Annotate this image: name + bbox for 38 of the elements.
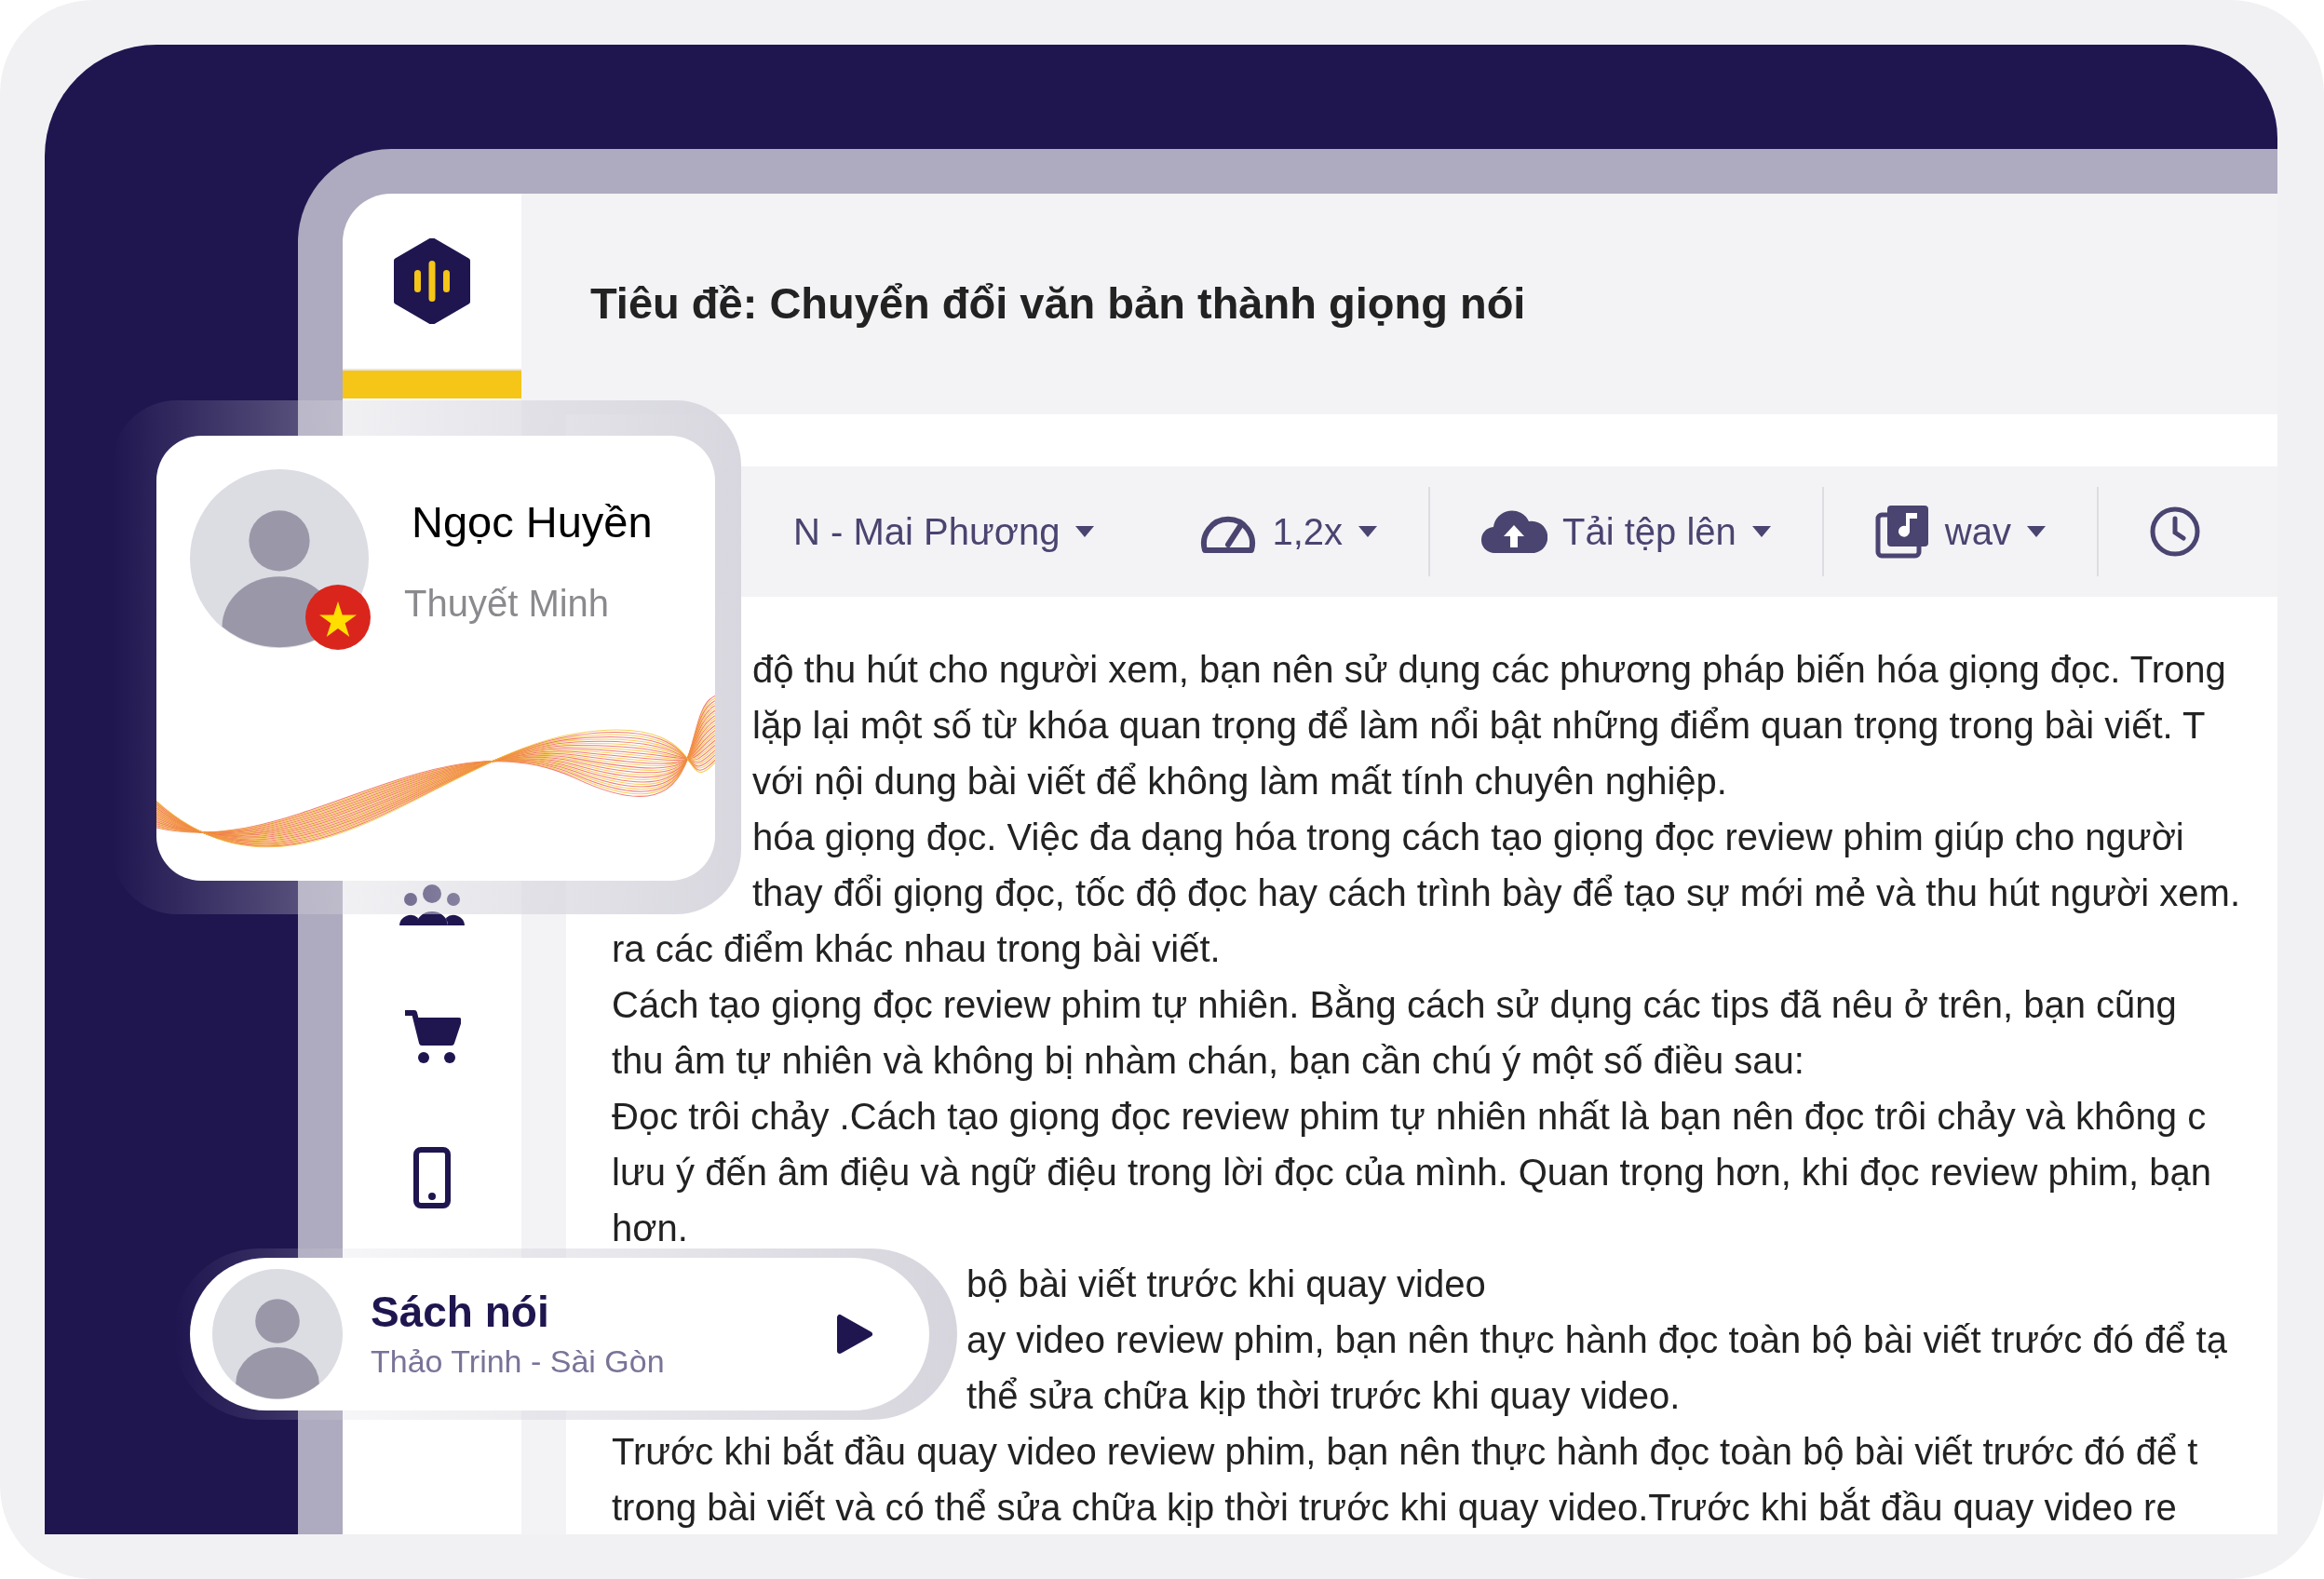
play-icon bbox=[836, 1314, 873, 1355]
voice-name: Ngọc Huyền bbox=[412, 496, 653, 548]
toolbar-dropdown[interactable]: wav bbox=[1823, 504, 2097, 560]
cart-icon[interactable] bbox=[403, 1009, 461, 1065]
vietnam-flag-icon bbox=[305, 585, 371, 650]
text-line: Cách tạo giọng đọc review phim tự nhiên. Bằng cách sử dụng các tips đã nêu ở trên, bạn cũng bbox=[612, 983, 2177, 1027]
text-line: thay đổi giọng đọc, tốc độ đọc hay cách trình bày để tạo sự mới mẻ và thu hút người xem. bbox=[752, 871, 2240, 915]
text-line: hơn. bbox=[612, 1207, 688, 1250]
text-line: hóa giọng đọc. Việc đa dạng hóa trong cách tạo giọng đọc review phim giúp cho người bbox=[752, 816, 2184, 859]
caret-icon bbox=[2025, 525, 2047, 538]
toolbar-dropdown[interactable]: N - Mai Phương bbox=[793, 504, 1150, 560]
caret-icon bbox=[1074, 525, 1096, 538]
text-line: Đọc trôi chảy .Cách tạo giọng đọc review phim tự nhiên nhất là bạn nên đọc trôi chảy và không c bbox=[612, 1095, 2207, 1139]
clock-icon[interactable] bbox=[2148, 506, 2201, 558]
document-title: Tiêu đề: Chuyển đổi văn bản thành giọng nói bbox=[590, 277, 1526, 331]
text-line: với nội dung bài viết để không làm mất tính chuyên nghiệp. bbox=[752, 760, 1727, 803]
cloud-upload-icon bbox=[1480, 508, 1548, 555]
voice-role: Thuyết Minh bbox=[404, 582, 610, 626]
audio-title: Sách nói bbox=[371, 1287, 550, 1338]
text-line: ra các điểm khác nhau trong bài viết. bbox=[612, 927, 1221, 971]
text-line: thu âm tự nhiên và không bị nhàm chán, bạn cần chú ý một số điều sau: bbox=[612, 1039, 1804, 1083]
text-line: ay video review phim, bạn nên thực hành đọc toàn bộ bài viết trước đó để tạ bbox=[966, 1318, 2227, 1362]
text-line: lặp lại một số từ khóa quan trọng để làm nổi bật những điểm quan trọng trong bài viết. T bbox=[752, 704, 2206, 748]
text-line: trong bài viết và có thể sửa chữa kịp thời trước khi quay video.Trước khi bắt đầu quay video re bbox=[612, 1486, 2177, 1530]
toolbar-dropdown[interactable]: Tải tệp lên bbox=[1430, 504, 1822, 560]
group-icon[interactable] bbox=[399, 883, 465, 927]
text-line: độ thu hút cho người xem, bạn nên sử dụng các phương pháp biến hóa giọng đọc. Trong bbox=[752, 648, 2226, 692]
app-logo[interactable] bbox=[392, 238, 472, 324]
audio-narrator: Thảo Trinh - Sài Gòn bbox=[371, 1343, 666, 1381]
caret-icon bbox=[1358, 525, 1379, 538]
text-line: bộ bài viết trước khi quay video bbox=[966, 1262, 1486, 1306]
caret-icon bbox=[1750, 525, 1772, 538]
toolbar-dropdown[interactable]: 1,2x bbox=[1149, 504, 1429, 560]
text-line: Trước khi bắt đầu quay video review phim, bạn nên thực hành đọc toàn bộ bài viết trước đó để t bbox=[612, 1430, 2198, 1474]
text-line: lưu ý đến âm điệu và ngữ điệu trong lời đọc của mình. Quan trọng hơn, khi đọc review phim, bạn bbox=[612, 1151, 2212, 1194]
phone-icon[interactable] bbox=[413, 1147, 451, 1208]
text-line: thể sửa chữa kịp thời trước khi quay video. bbox=[966, 1374, 1681, 1418]
music-file-icon bbox=[1873, 504, 1930, 560]
